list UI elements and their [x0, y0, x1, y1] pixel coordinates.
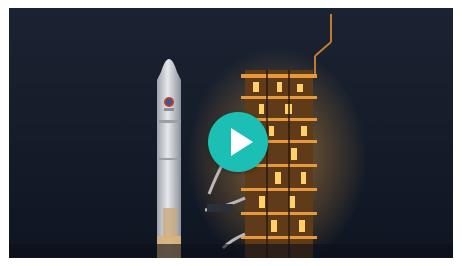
- rocket: [157, 59, 181, 258]
- play-button[interactable]: [208, 112, 268, 172]
- video-player[interactable]: [9, 8, 453, 258]
- play-icon: [231, 128, 253, 156]
